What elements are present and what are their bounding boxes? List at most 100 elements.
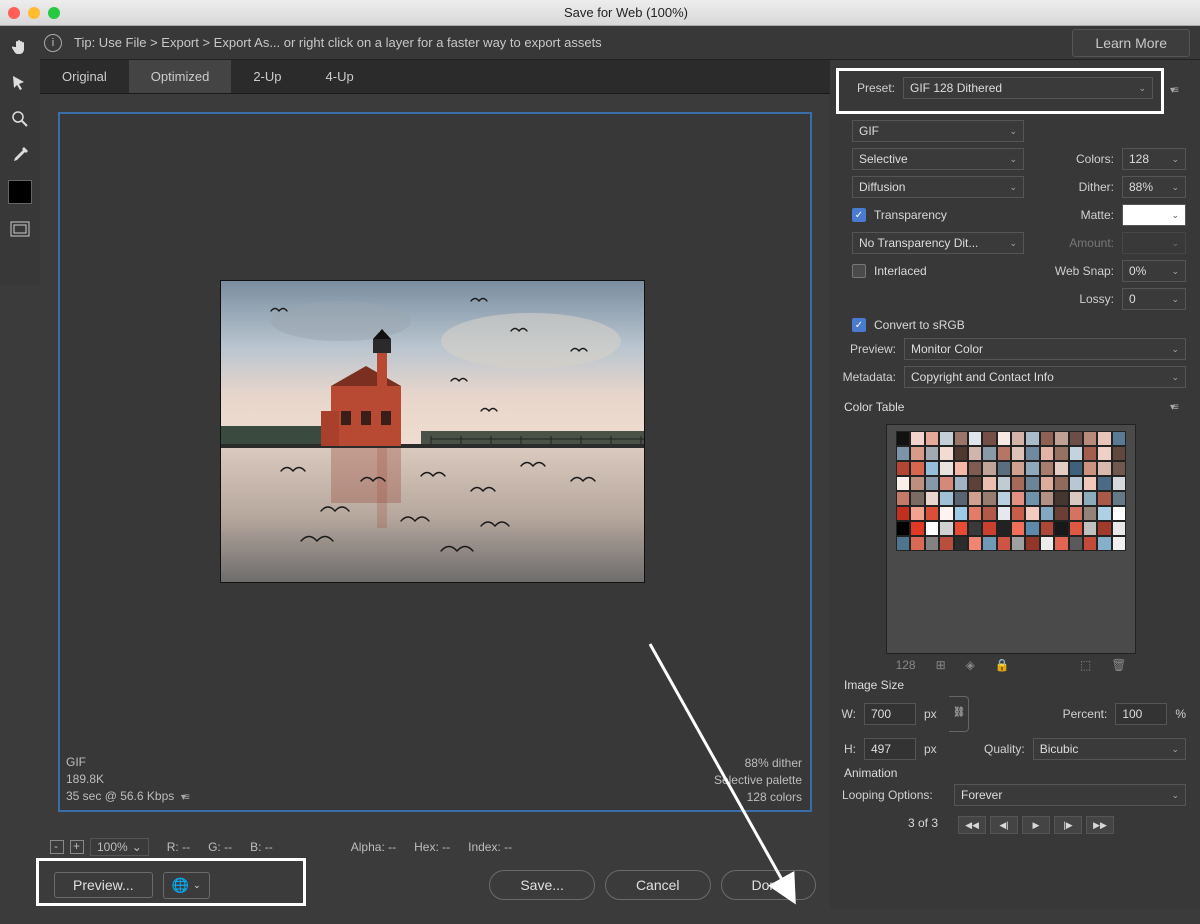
color-swatch[interactable] bbox=[1040, 476, 1054, 491]
preset-select[interactable]: GIF 128 Dithered⌄ bbox=[903, 77, 1153, 99]
color-swatch[interactable] bbox=[1069, 446, 1083, 461]
color-swatch[interactable] bbox=[1097, 476, 1111, 491]
toggle-slices-icon[interactable] bbox=[9, 218, 31, 240]
color-swatch[interactable] bbox=[997, 491, 1011, 506]
color-swatch[interactable] bbox=[997, 446, 1011, 461]
interlaced-checkbox[interactable] bbox=[852, 264, 866, 278]
color-swatch[interactable] bbox=[1054, 536, 1068, 551]
color-swatch[interactable] bbox=[997, 431, 1011, 446]
color-table-menu-icon[interactable] bbox=[1170, 399, 1186, 413]
zoom-out-icon[interactable]: - bbox=[50, 840, 64, 854]
color-swatch[interactable] bbox=[1040, 431, 1054, 446]
color-swatch[interactable] bbox=[910, 521, 924, 536]
color-swatch[interactable] bbox=[1025, 521, 1039, 536]
color-swatch[interactable] bbox=[910, 476, 924, 491]
color-swatch[interactable] bbox=[997, 476, 1011, 491]
hand-tool-icon[interactable] bbox=[9, 36, 31, 58]
color-swatch[interactable] bbox=[910, 536, 924, 551]
color-swatch[interactable] bbox=[925, 476, 939, 491]
width-input[interactable] bbox=[864, 703, 916, 725]
color-swatch[interactable] bbox=[1083, 521, 1097, 536]
ct-sort-icon[interactable]: ⊞ bbox=[936, 658, 946, 672]
color-swatch[interactable] bbox=[1054, 446, 1068, 461]
color-swatch[interactable] bbox=[1011, 506, 1025, 521]
color-swatch[interactable] bbox=[1112, 431, 1126, 446]
color-swatch[interactable] bbox=[1112, 491, 1126, 506]
transparency-checkbox[interactable]: ✓ bbox=[852, 208, 866, 222]
color-swatch[interactable] bbox=[1054, 491, 1068, 506]
color-swatch[interactable] bbox=[896, 521, 910, 536]
color-swatch[interactable] bbox=[1097, 491, 1111, 506]
color-swatch[interactable] bbox=[939, 506, 953, 521]
color-swatch[interactable] bbox=[982, 476, 996, 491]
metadata-select[interactable]: Copyright and Contact Info⌄ bbox=[904, 366, 1186, 388]
color-swatch[interactable] bbox=[1097, 446, 1111, 461]
color-swatch[interactable] bbox=[1040, 491, 1054, 506]
color-swatch[interactable] bbox=[910, 446, 924, 461]
color-swatch[interactable] bbox=[1040, 506, 1054, 521]
color-swatch[interactable] bbox=[939, 446, 953, 461]
color-swatch[interactable] bbox=[1083, 491, 1097, 506]
color-swatch[interactable] bbox=[1069, 506, 1083, 521]
format-select[interactable]: GIF⌄ bbox=[852, 120, 1024, 142]
color-swatch[interactable] bbox=[1054, 461, 1068, 476]
color-swatch[interactable] bbox=[982, 446, 996, 461]
color-swatch[interactable] bbox=[982, 431, 996, 446]
tab-original[interactable]: Original bbox=[40, 60, 129, 93]
color-swatch[interactable] bbox=[1040, 461, 1054, 476]
color-swatch[interactable] bbox=[954, 431, 968, 446]
color-swatch[interactable] bbox=[910, 491, 924, 506]
height-input[interactable] bbox=[864, 738, 916, 760]
ct-trash-icon[interactable]: 🗑 bbox=[1111, 658, 1126, 672]
ct-map-icon[interactable]: ⬚ bbox=[1080, 658, 1091, 672]
color-swatch[interactable] bbox=[910, 506, 924, 521]
color-table[interactable] bbox=[886, 424, 1136, 654]
color-swatch[interactable] bbox=[925, 461, 939, 476]
color-swatch[interactable] bbox=[1069, 491, 1083, 506]
dither-amount-select[interactable]: 88%⌄ bbox=[1122, 176, 1186, 198]
color-swatch[interactable] bbox=[997, 461, 1011, 476]
color-swatch[interactable] bbox=[982, 536, 996, 551]
zoom-in-icon[interactable]: + bbox=[70, 840, 84, 854]
color-swatch[interactable] bbox=[1025, 446, 1039, 461]
tab-4up[interactable]: 4-Up bbox=[304, 60, 376, 93]
color-swatch[interactable] bbox=[1025, 431, 1039, 446]
color-swatch[interactable] bbox=[1011, 461, 1025, 476]
color-swatch[interactable] bbox=[997, 521, 1011, 536]
zoom-tool-icon[interactable] bbox=[9, 108, 31, 130]
color-swatch[interactable] bbox=[954, 506, 968, 521]
color-swatch[interactable] bbox=[968, 491, 982, 506]
color-swatch[interactable] bbox=[1069, 476, 1083, 491]
color-swatch[interactable] bbox=[939, 491, 953, 506]
color-swatch[interactable] bbox=[925, 491, 939, 506]
color-swatch[interactable] bbox=[968, 476, 982, 491]
preview-button[interactable]: Preview... bbox=[54, 872, 153, 898]
color-swatch[interactable] bbox=[1097, 536, 1111, 551]
slice-select-tool-icon[interactable] bbox=[9, 72, 31, 94]
color-swatch[interactable] bbox=[1040, 536, 1054, 551]
anim-last-button[interactable]: ▶▶ bbox=[1086, 816, 1114, 834]
color-swatch[interactable] bbox=[939, 476, 953, 491]
color-swatch[interactable] bbox=[982, 521, 996, 536]
color-swatch[interactable] bbox=[1025, 536, 1039, 551]
color-swatch[interactable] bbox=[954, 491, 968, 506]
learn-more-button[interactable]: Learn More bbox=[1072, 29, 1190, 57]
save-button[interactable]: Save... bbox=[489, 870, 595, 900]
color-swatch[interactable] bbox=[1011, 446, 1025, 461]
color-swatch[interactable] bbox=[954, 446, 968, 461]
color-swatch[interactable] bbox=[1025, 491, 1039, 506]
color-swatch[interactable] bbox=[968, 446, 982, 461]
color-swatch[interactable] bbox=[1011, 431, 1025, 446]
color-swatch[interactable] bbox=[1083, 476, 1097, 491]
color-swatch[interactable] bbox=[1011, 491, 1025, 506]
color-swatch[interactable] bbox=[925, 446, 939, 461]
zoom-select[interactable]: 100%⌄ bbox=[90, 838, 149, 856]
color-swatch[interactable] bbox=[968, 521, 982, 536]
color-swatch[interactable] bbox=[1112, 446, 1126, 461]
reduction-select[interactable]: Selective⌄ bbox=[852, 148, 1024, 170]
color-swatch[interactable] bbox=[982, 461, 996, 476]
foreground-color-swatch[interactable] bbox=[8, 180, 32, 204]
color-swatch[interactable] bbox=[1112, 521, 1126, 536]
anim-next-button[interactable]: |▶ bbox=[1054, 816, 1082, 834]
color-swatch[interactable] bbox=[1112, 536, 1126, 551]
